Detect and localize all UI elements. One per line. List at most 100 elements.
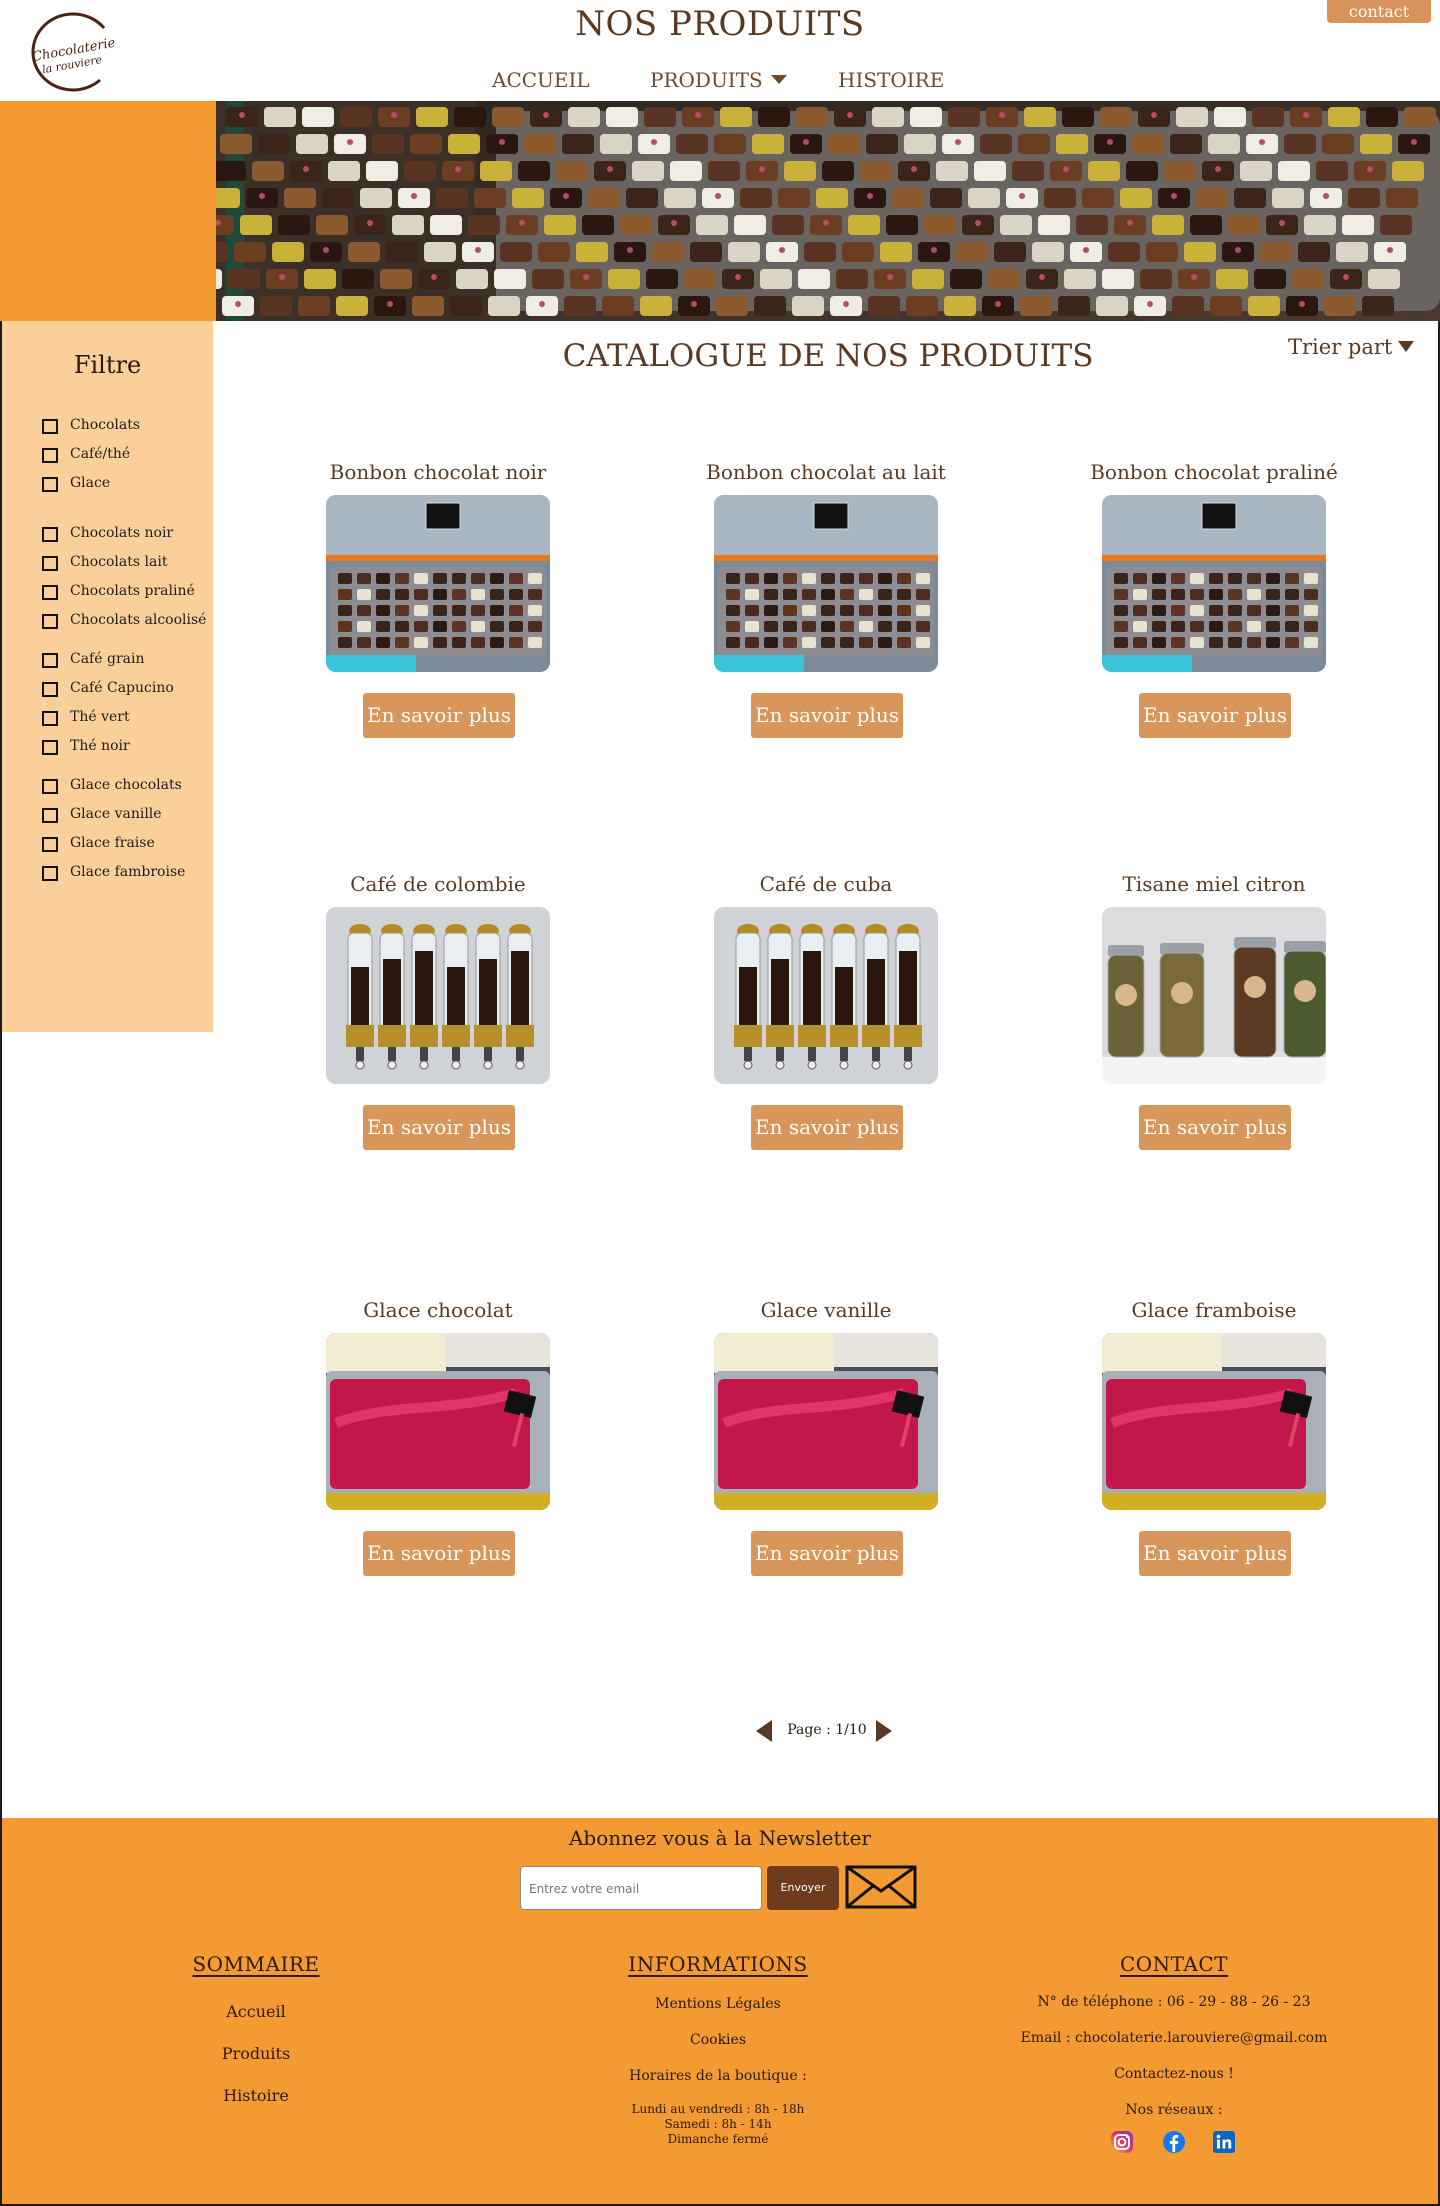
checkbox[interactable] — [42, 653, 58, 668]
main-nav: ACCUEIL PRODUITS HISTOIRE — [0, 68, 1440, 96]
next-page-icon[interactable] — [876, 1720, 892, 1742]
product-name[interactable]: Glace chocolat — [293, 1298, 583, 1322]
hours-sunday: Dimanche fermé — [667, 2132, 769, 2146]
product-image[interactable] — [326, 495, 550, 672]
checkbox[interactable] — [42, 527, 58, 542]
product-image[interactable] — [714, 907, 938, 1084]
checkbox[interactable] — [42, 556, 58, 571]
product-image[interactable] — [1102, 495, 1326, 672]
learn-more-button[interactable]: En savoir plus — [751, 693, 903, 738]
checkbox[interactable] — [42, 711, 58, 726]
product-image[interactable] — [714, 495, 938, 672]
checkbox[interactable] — [42, 779, 58, 794]
checkbox[interactable] — [42, 682, 58, 697]
product-name[interactable]: Bonbon chocolat au lait — [681, 460, 971, 484]
catalogue-title: CATALOGUE DE NOS PRODUITS — [562, 338, 1094, 374]
learn-more-button[interactable]: En savoir plus — [1139, 693, 1291, 738]
product-image[interactable] — [1102, 1333, 1326, 1510]
informations-heading: INFORMATIONS — [628, 1952, 808, 1976]
filter-option-label: Chocolats alcoolisé — [70, 612, 207, 628]
checkbox[interactable] — [42, 808, 58, 823]
hours-saturday: Samedi : 8h - 14h — [664, 2117, 772, 2131]
page-title: NOS PRODUITS — [575, 4, 865, 44]
filter-option-label: Café grain — [70, 651, 145, 667]
product-image[interactable] — [326, 1333, 550, 1510]
networks-label: Nos réseaux : — [1125, 2102, 1223, 2118]
chevron-down-icon — [770, 75, 787, 84]
footer-contact: CONTACT N° de téléphone : 06 - 29 - 88 -… — [974, 1952, 1374, 2118]
filter-option-label: Glace vanille — [70, 806, 162, 822]
checkbox[interactable] — [42, 585, 58, 600]
product-card: Tisane miel citron En savoir plus — [1069, 872, 1359, 1172]
filter-option-label: Thé noir — [70, 738, 130, 754]
product-card: Bonbon chocolat praliné En savoir plus — [1069, 460, 1359, 760]
product-name[interactable]: Bonbon chocolat praliné — [1069, 460, 1359, 484]
filter-option-label: Chocolats noir — [70, 525, 174, 541]
checkbox[interactable] — [42, 837, 58, 852]
filter-title: Filtre — [73, 351, 142, 379]
learn-more-button[interactable]: En savoir plus — [751, 1105, 903, 1150]
checkbox[interactable] — [42, 448, 58, 463]
filter-option-label: Café Capucino — [70, 680, 174, 696]
product-card: Café de colombie En savoir plus — [293, 872, 583, 1172]
learn-more-button[interactable]: En savoir plus — [1139, 1105, 1291, 1150]
filter-option-label: Glace fambroise — [70, 864, 186, 880]
checkbox[interactable] — [42, 419, 58, 434]
learn-more-button[interactable]: En savoir plus — [363, 693, 515, 738]
checkbox[interactable] — [42, 740, 58, 755]
nav-histoire[interactable]: HISTOIRE — [838, 68, 944, 92]
footer-link-produits[interactable]: Produits — [56, 2044, 456, 2063]
linkedin-icon[interactable] — [1212, 2130, 1236, 2154]
banner-accent — [0, 101, 216, 321]
pagination: Page : 1/10 — [0, 1716, 1440, 1746]
contact-cta[interactable]: Contactez-nous ! — [974, 2066, 1374, 2082]
filter-sidebar: Filtre Chocolats Café/thé Glace Chocolats n… — [2, 321, 213, 1032]
banner-image — [216, 101, 1440, 321]
product-image[interactable] — [714, 1333, 938, 1510]
footer-link-cookies[interactable]: Cookies — [518, 2032, 918, 2048]
filter-option-label: Glace — [70, 475, 111, 491]
filter-option-label: Glace chocolats — [70, 777, 182, 793]
newsletter-email-input[interactable]: Entrez votre email — [520, 1866, 762, 1910]
mail-icon — [845, 1865, 917, 1909]
footer-hours-heading: Horaires de la boutique : — [629, 2068, 807, 2084]
product-name[interactable]: Glace framboise — [1069, 1298, 1359, 1322]
footer-link-accueil[interactable]: Accueil — [56, 2002, 456, 2021]
checkbox[interactable] — [42, 614, 58, 629]
contact-email[interactable]: Email : chocolaterie.larouviere@gmail.co… — [974, 2030, 1374, 2046]
product-card: Café de cuba En savoir plus — [681, 872, 971, 1172]
checkbox[interactable] — [42, 866, 58, 881]
contact-phone: N° de téléphone : 06 - 29 - 88 - 26 - 23 — [1037, 1994, 1311, 2010]
filter-option-label: Chocolats — [70, 417, 141, 433]
product-image[interactable] — [1102, 907, 1326, 1084]
learn-more-button[interactable]: En savoir plus — [363, 1531, 515, 1576]
filter-option-label: Chocolats praliné — [70, 583, 195, 599]
contact-button[interactable]: contact — [1327, 0, 1431, 23]
newsletter-title: Abonnez vous à la Newsletter — [568, 1826, 871, 1850]
nav-produits[interactable]: PRODUITS — [650, 68, 787, 92]
product-card: Glace framboise En savoir plus — [1069, 1298, 1359, 1598]
learn-more-button[interactable]: En savoir plus — [363, 1105, 515, 1150]
footer-informations: INFORMATIONS Mentions Légales Cookies Ho… — [518, 1952, 918, 2146]
facebook-icon[interactable] — [1162, 2130, 1186, 2154]
sort-dropdown[interactable]: Trier part — [1288, 335, 1415, 359]
nav-accueil[interactable]: ACCUEIL — [492, 68, 590, 92]
hours-weekdays: Lundi au vendredi : 8h - 18h — [631, 2102, 805, 2116]
newsletter-send-button[interactable]: Envoyer — [767, 1866, 839, 1910]
product-name[interactable]: Glace vanille — [681, 1298, 971, 1322]
footer-link-mentions[interactable]: Mentions Légales — [518, 1996, 918, 2012]
checkbox[interactable] — [42, 477, 58, 492]
product-name[interactable]: Tisane miel citron — [1069, 872, 1359, 896]
instagram-icon[interactable] — [1110, 2130, 1134, 2154]
learn-more-button[interactable]: En savoir plus — [1139, 1531, 1291, 1576]
learn-more-button[interactable]: En savoir plus — [751, 1531, 903, 1576]
product-card: Glace chocolat En savoir plus — [293, 1298, 583, 1598]
product-name[interactable]: Bonbon chocolat noir — [293, 460, 583, 484]
product-image[interactable] — [326, 907, 550, 1084]
prev-page-icon[interactable] — [756, 1720, 772, 1742]
footer-link-histoire[interactable]: Histoire — [56, 2086, 456, 2105]
footer-sommaire: SOMMAIRE Accueil Produits Histoire — [56, 1952, 456, 2105]
product-name[interactable]: Café de colombie — [293, 872, 583, 896]
product-name[interactable]: Café de cuba — [681, 872, 971, 896]
filter-option-label: Glace fraise — [70, 835, 155, 851]
